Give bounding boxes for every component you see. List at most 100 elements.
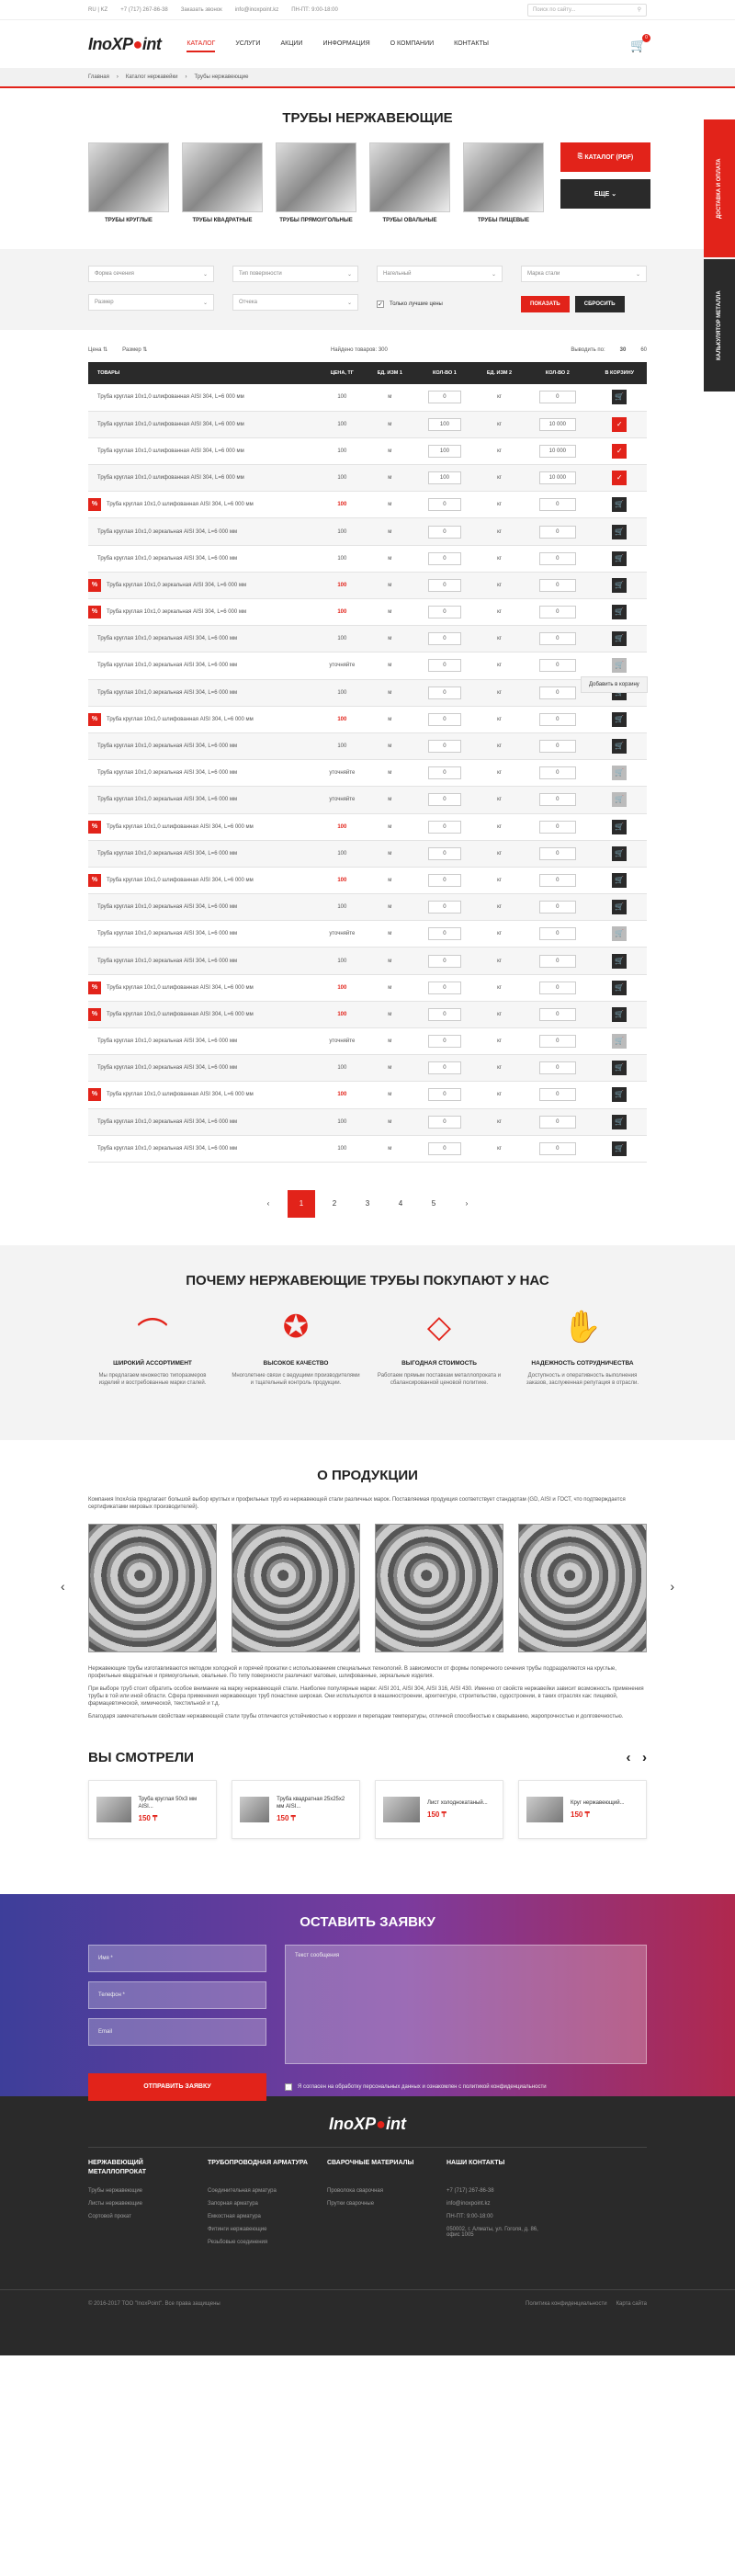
sort-price[interactable]: Цена ⇅ <box>88 346 107 353</box>
viewed-card[interactable]: Труба квадратная 25х25х2 мм AISI... 150 ₸ <box>232 1779 360 1839</box>
agree-checkbox[interactable]: ✓ <box>285 2082 292 2091</box>
qty1-input[interactable]: 0 <box>427 740 461 754</box>
best-price-checkbox[interactable]: ✓ <box>377 300 384 308</box>
add-to-cart-icon[interactable]: 🛒 <box>612 390 628 405</box>
qty2-input[interactable]: 0 <box>538 686 576 699</box>
qty1-input[interactable]: 0 <box>427 927 461 941</box>
crumb-home[interactable]: Главная <box>88 74 109 80</box>
gallery-image[interactable] <box>88 1523 217 1652</box>
product-name[interactable]: Труба круглая 10х1,0 зеркальная AISI 304… <box>88 652 318 680</box>
seen-next-icon[interactable]: › <box>642 1750 647 1765</box>
nav-catalog[interactable]: КАТАЛОГ <box>187 37 216 52</box>
product-name[interactable]: % Труба круглая 10х1,0 зеркальная AISI 30… <box>88 572 318 600</box>
viewed-card[interactable]: Лист холоднокатаный... 150 ₸ <box>375 1779 503 1839</box>
product-name[interactable]: Труба круглая 10х1,0 зеркальная AISI 304… <box>88 679 318 707</box>
category-food[interactable]: ТРУБЫ ПИЩЕВЫЕ <box>463 142 544 223</box>
qty1-input[interactable]: 0 <box>427 686 461 699</box>
product-name[interactable]: Труба круглая 10х1,0 зеркальная AISI 304… <box>88 893 318 922</box>
qty2-input[interactable]: 0 <box>538 659 576 673</box>
gallery-image[interactable] <box>375 1523 503 1652</box>
qty2-input[interactable]: 0 <box>538 1141 576 1155</box>
qty1-input[interactable]: 0 <box>427 712 461 726</box>
qty2-input[interactable]: 0 <box>538 954 576 968</box>
qty1-input[interactable]: 0 <box>427 873 461 887</box>
qty2-input[interactable]: 0 <box>538 901 576 914</box>
qty2-input[interactable]: 0 <box>538 1035 576 1049</box>
product-name[interactable]: Труба круглая 10х1,0 шлифованная AISI 30… <box>88 464 318 493</box>
add-to-cart-icon[interactable]: 🛒 <box>612 980 628 995</box>
top-phone[interactable]: +7 (717) 267-86-38 <box>120 7 168 13</box>
category-round[interactable]: ТРУБЫ КРУГЛЫЕ <box>88 142 169 223</box>
nav-contacts[interactable]: КОНТАКТЫ <box>454 37 489 52</box>
delivery-side-tab[interactable]: ДОСТАВКА И ОПЛАТА <box>704 119 735 257</box>
add-to-cart-icon[interactable]: 🛒 <box>612 1061 628 1076</box>
footer-link[interactable]: Трубы нержавеющие <box>88 2188 189 2194</box>
gallery-next-icon[interactable]: › <box>670 1579 674 1594</box>
qty1-input[interactable]: 0 <box>427 659 461 673</box>
show-button[interactable]: ПОКАЗАТЬ <box>521 295 570 312</box>
page-4[interactable]: 4 <box>387 1190 414 1218</box>
product-name[interactable]: % Труба круглая 10х1,0 шлифованная AISI 3… <box>88 867 318 895</box>
crumb-catalog[interactable]: Каталог нержавейки <box>126 74 178 80</box>
add-to-cart-icon[interactable]: 🛒 <box>612 845 628 861</box>
product-name[interactable]: % Труба круглая 10х1,0 шлифованная AISI 3… <box>88 974 318 1002</box>
qty2-input[interactable]: 0 <box>538 981 576 994</box>
add-to-cart-icon[interactable]: 🛒 <box>612 1114 628 1129</box>
qty1-input[interactable]: 100 <box>427 471 461 485</box>
filter-steel[interactable]: Марка стали ⌄ <box>521 266 647 282</box>
viewed-card[interactable]: Круг нержавеющий... 150 ₸ <box>518 1779 647 1839</box>
add-to-cart-icon[interactable]: ✓ <box>612 416 628 432</box>
qty1-input[interactable]: 0 <box>427 793 461 807</box>
qty2-input[interactable]: 0 <box>538 820 576 834</box>
qty1-input[interactable]: 0 <box>427 1115 461 1129</box>
product-name[interactable]: Труба круглая 10х1,0 зеркальная AISI 304… <box>88 1135 318 1163</box>
product-name[interactable]: Труба круглая 10х1,0 зеркальная AISI 304… <box>88 786 318 814</box>
product-name[interactable]: % Труба круглая 10х1,0 шлифованная AISI 3… <box>88 491 318 519</box>
add-to-cart-icon[interactable]: 🛒 <box>612 631 628 647</box>
nav-info[interactable]: ИНФОРМАЦИЯ <box>322 37 369 52</box>
privacy-link[interactable]: Политика конфиденциальности <box>526 2301 607 2307</box>
add-to-cart-icon[interactable]: 🛒 <box>612 792 628 808</box>
qty2-input[interactable]: 0 <box>538 846 576 860</box>
name-field[interactable]: Имя * <box>88 1944 266 1972</box>
qty2-input[interactable]: 0 <box>538 740 576 754</box>
filter-section[interactable]: Форма сечения ⌄ <box>88 266 214 282</box>
add-to-cart-icon[interactable]: 🛒 <box>612 900 628 915</box>
reset-button[interactable]: СБРОСИТЬ <box>574 295 625 312</box>
per-page-30[interactable]: 30 <box>620 347 627 353</box>
footer-link[interactable]: Запорная арматура <box>208 2201 309 2207</box>
calculator-side-tab[interactable]: КАЛЬКУЛЯТОР МЕТАЛЛА <box>704 259 735 392</box>
qty1-input[interactable]: 0 <box>427 1088 461 1102</box>
product-name[interactable]: % Труба круглая 10х1,0 шлифованная AISI 3… <box>88 1081 318 1109</box>
footer-link[interactable]: Соединительная арматура <box>208 2188 309 2194</box>
qty2-input[interactable]: 0 <box>538 525 576 539</box>
catalog-pdf-button[interactable]: ⎘ КАТАЛОГ (PDF) <box>560 142 650 172</box>
per-page-60[interactable]: 60 <box>640 347 647 353</box>
callback-link[interactable]: Заказать звонок <box>181 7 222 13</box>
qty2-input[interactable]: 0 <box>538 632 576 646</box>
qty2-input[interactable]: 0 <box>538 1007 576 1021</box>
qty1-input[interactable]: 0 <box>427 820 461 834</box>
add-to-cart-icon[interactable]: 🛒 <box>612 926 628 942</box>
prev-page-icon[interactable]: ‹ <box>254 1190 282 1218</box>
add-to-cart-icon[interactable]: 🛒 <box>612 550 628 566</box>
qty1-input[interactable]: 0 <box>427 498 461 512</box>
page-5[interactable]: 5 <box>420 1190 447 1218</box>
next-page-icon[interactable]: › <box>453 1190 481 1218</box>
qty2-input[interactable]: 0 <box>538 1088 576 1102</box>
add-to-cart-icon[interactable]: ✓ <box>612 443 628 459</box>
qty1-input[interactable]: 100 <box>427 417 461 431</box>
add-to-cart-icon[interactable]: 🛒 <box>612 605 628 620</box>
add-to-cart-icon[interactable]: 🛒 <box>612 524 628 539</box>
language-switch[interactable]: RU | KZ <box>88 7 107 13</box>
product-name[interactable]: % Труба круглая 10х1,0 шлифованная AISI 3… <box>88 813 318 841</box>
add-to-cart-icon[interactable]: 🛒 <box>612 953 628 969</box>
nav-about[interactable]: О КОМПАНИИ <box>390 37 434 52</box>
product-name[interactable]: Труба круглая 10х1,0 зеркальная AISI 304… <box>88 1108 318 1136</box>
gallery-prev-icon[interactable]: ‹ <box>61 1579 65 1594</box>
filter-size[interactable]: Размер ⌄ <box>88 294 214 311</box>
filter-surface[interactable]: Тип поверхности ⌄ <box>232 266 358 282</box>
product-name[interactable]: Труба круглая 10х1,0 зеркальная AISI 304… <box>88 947 318 975</box>
add-to-cart-icon[interactable]: ✓ <box>612 471 628 486</box>
product-name[interactable]: Труба круглая 10х1,0 зеркальная AISI 304… <box>88 545 318 573</box>
